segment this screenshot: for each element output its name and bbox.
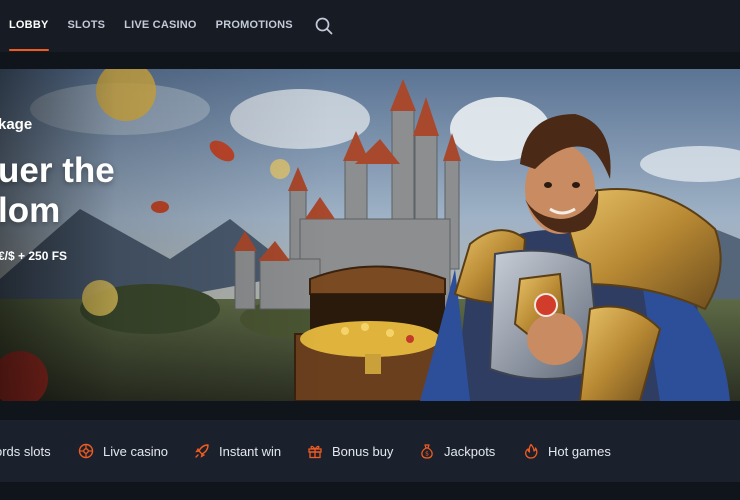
divider: [0, 482, 740, 500]
category-hot-games[interactable]: Hot games: [523, 420, 611, 482]
divider: [0, 401, 740, 420]
category-bar: ords slots Live casino Instant win Bonus…: [0, 420, 740, 482]
hero-banner[interactable]: kage uer the lom €/$ + 250 FS: [0, 69, 740, 401]
category-label: Bonus buy: [332, 443, 394, 459]
hero-artwork: [0, 69, 740, 401]
flame-icon: [523, 443, 539, 459]
rocket-icon: [194, 443, 210, 459]
nav-item-slots[interactable]: SLOTS: [68, 0, 106, 52]
svg-text:$: $: [425, 451, 429, 458]
category-live-casino[interactable]: Live casino: [78, 420, 168, 482]
nav-item-lobby[interactable]: LOBBY: [9, 0, 49, 52]
roulette-icon: [78, 443, 94, 459]
category-instant-win[interactable]: Instant win: [194, 420, 281, 482]
category-label: Instant win: [219, 443, 282, 459]
category-bonus-buy[interactable]: Bonus buy: [307, 420, 393, 482]
hero-title-line-1: uer the: [0, 151, 115, 190]
nav-item-promotions[interactable]: PROMOTIONS: [216, 0, 293, 52]
money-bag-icon: $: [419, 443, 435, 459]
hero-title-line-2: lom: [0, 191, 61, 230]
category-label: ords slots: [0, 443, 51, 459]
nav-item-live-casino[interactable]: LIVE CASINO: [124, 0, 197, 52]
category-words-slots[interactable]: ords slots: [0, 420, 51, 482]
hero-title: uer the lom: [0, 151, 115, 231]
search-icon[interactable]: [314, 16, 334, 36]
gift-icon: [307, 443, 323, 459]
hero-kicker: kage: [0, 116, 33, 133]
divider: [0, 52, 740, 69]
category-label: Live casino: [103, 443, 169, 459]
category-label: Jackpots: [444, 443, 496, 459]
top-navigation: LOBBY SLOTS LIVE CASINO PROMOTIONS: [0, 0, 740, 52]
hero-offer: €/$ + 250 FS: [0, 249, 68, 263]
category-jackpots[interactable]: $ Jackpots: [419, 420, 495, 482]
category-label: Hot games: [548, 443, 611, 459]
